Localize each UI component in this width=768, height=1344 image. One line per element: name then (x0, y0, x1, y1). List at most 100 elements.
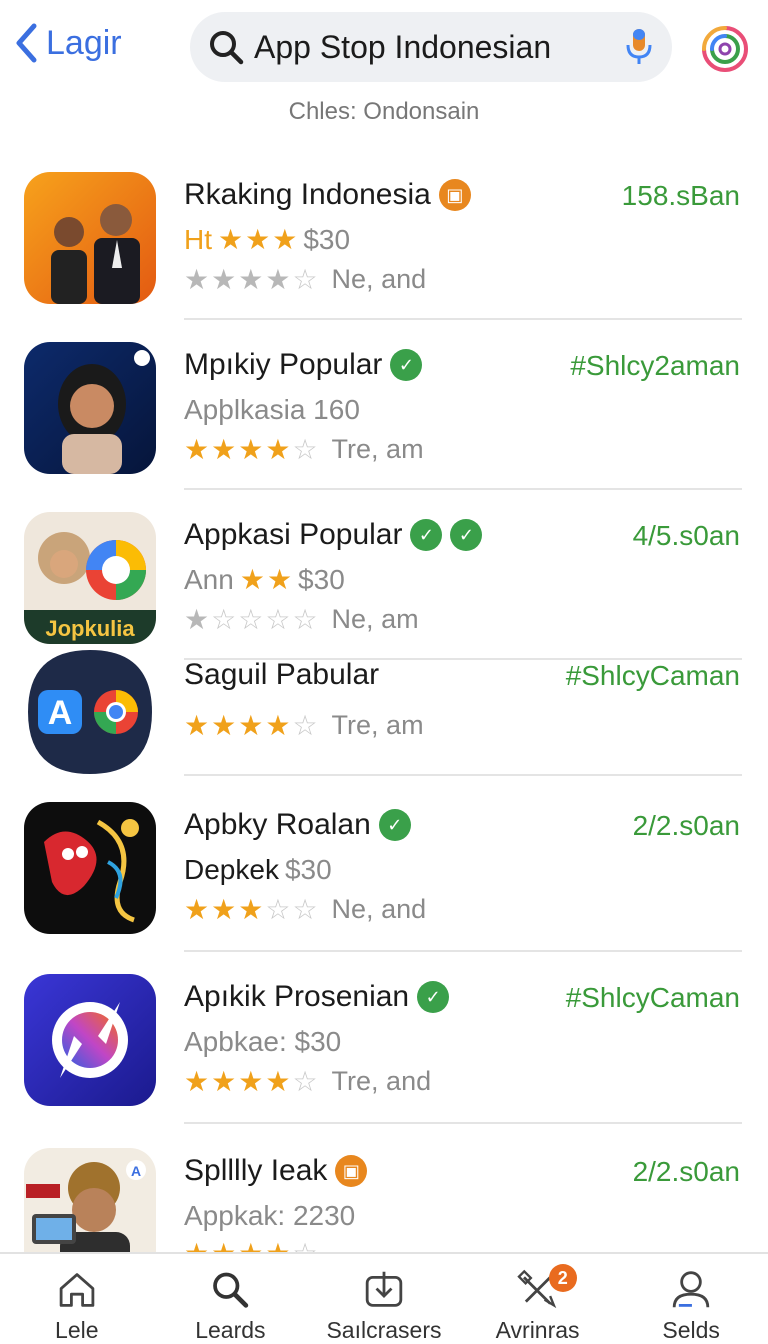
verified-badge-icon: ✓ (410, 519, 443, 551)
app-icon[interactable] (24, 172, 156, 304)
back-label: Lagir (46, 23, 122, 62)
star-icon: ★ (238, 1065, 264, 1097)
app-list-item[interactable]: Jopkulia Appkasi Popular ✓ ✓ 4/5.s0an Ann ★ ★ $3… (0, 500, 768, 660)
tab-downloads[interactable]: Saılcrasers (307, 1254, 461, 1344)
app-title[interactable]: Mpıkiy Popular ✓ (184, 348, 423, 382)
star-icon: ★ (272, 224, 298, 255)
app-title[interactable]: Apıkik Prosenian ✓ (184, 980, 450, 1014)
search-bar[interactable]: App Stop Indonesian (190, 12, 672, 82)
app-store-page: Lagir App Stop Indonesian Chles: Ondonsa… (0, 0, 768, 1344)
app-rating: ★ ★ ★ ★ ☆ Tre, am (184, 434, 424, 465)
notification-badge: 2 (548, 1264, 577, 1292)
app-rating: ★ ★ ★ ★ ☆ Ne, and (184, 264, 426, 295)
app-title[interactable]: Appkasi Popular ✓ ✓ (184, 518, 483, 552)
app-title-text: Appkasi Popular (184, 518, 403, 551)
star-icon: ★ (238, 709, 264, 741)
verified-badge-icon: ✓ (390, 349, 423, 381)
star-icon: ★ (184, 433, 210, 465)
verified-badge-icon: ✓ (450, 519, 483, 551)
app-meta: #ShlcyCaman (565, 660, 740, 691)
app-title-text: Splllly Ieak (184, 1154, 328, 1187)
search-icon (213, 1272, 249, 1308)
star-icon: ★ (238, 433, 264, 465)
tab-tools[interactable]: 2 Avrinras (461, 1254, 615, 1344)
star-icon: ★ (265, 263, 291, 295)
search-icon (210, 31, 244, 65)
star-icon: ☆ (292, 1065, 318, 1097)
star-icon: ★ (184, 603, 210, 635)
app-icon[interactable]: A (24, 646, 156, 778)
tab-search[interactable]: Leards (154, 1254, 308, 1344)
star-icon: ★ (265, 709, 291, 741)
tab-label: Selds (662, 1317, 720, 1343)
app-subtitle-prefix: Depkek (184, 854, 279, 885)
app-meta: 2/2.s0an (632, 810, 740, 841)
rating-text: Ne, and (331, 894, 427, 924)
app-subtitle: Apþlkasia 160 (184, 394, 360, 426)
rating-text: Tre, am (331, 434, 424, 464)
star-icon: ☆ (211, 603, 237, 635)
app-meta: #Shlcy2aman (570, 350, 740, 381)
chevron-left-icon (16, 23, 37, 63)
download-icon (365, 1271, 403, 1307)
rating-text: Tre, am (331, 710, 424, 740)
app-icon[interactable]: Jopkulia (24, 512, 156, 644)
app-subtitle: Apbkae: $30 (184, 1026, 341, 1058)
app-rating: ★ ★ ★ ★ ☆ Tre, am (184, 710, 424, 741)
star-icon: ★ (266, 564, 293, 595)
rating-text: Ne, am (331, 604, 419, 634)
star-icon: ☆ (292, 603, 318, 635)
app-subtitle-prefix: Ht (184, 224, 212, 255)
app-title[interactable]: Apbky Roalan ✓ (184, 808, 411, 842)
star-icon: ★ (211, 263, 237, 295)
tab-account[interactable]: Selds (614, 1254, 768, 1344)
microphone-icon[interactable] (624, 27, 654, 67)
app-title[interactable]: Rkaking Indonesia ▣ (184, 178, 471, 212)
rating-stars: ★★★★☆ (184, 709, 318, 741)
row-divider (184, 1122, 742, 1124)
tab-home[interactable]: Lele (0, 1254, 154, 1344)
bottom-navigation: Lele Leards Saılcrasers 2 Avrinras Selds (0, 1252, 768, 1344)
person-icon (672, 1271, 710, 1308)
star-icon: ★ (211, 1065, 237, 1097)
svg-text:A: A (48, 694, 73, 732)
app-icon[interactable] (24, 802, 156, 934)
app-list-item[interactable]: Apbky Roalan ✓ 2/2.s0an Depkek $30 ★ ★ ★ ☆ ☆ Ne, a… (0, 790, 768, 952)
app-subtitle-prefix: Ann (184, 564, 234, 595)
star-icon: ★ (239, 564, 265, 595)
star-icon: ☆ (265, 603, 291, 635)
search-input[interactable]: App Stop Indonesian (254, 29, 624, 66)
star-icon: ★ (265, 433, 291, 465)
app-list-item[interactable]: A Saguil Pabular #ShlcyCaman ★ ★ ★ ★ ☆ Tre, am (0, 646, 768, 778)
app-icon[interactable] (24, 974, 156, 1106)
app-subtitle: Ann ★ ★ $30 (184, 564, 345, 596)
row-divider (184, 488, 742, 490)
app-subtitle: Ht ★ ★ ★ $30 (184, 224, 350, 256)
app-icon[interactable] (24, 342, 156, 474)
star-icon: ★ (211, 709, 237, 741)
app-list-item[interactable]: Mpıkiy Popular ✓ #Shlcy2aman Apþlkasia 160 ★… (0, 330, 768, 490)
star-icon: ★ (184, 893, 210, 925)
app-list-item[interactable]: Apıkik Prosenian ✓ #ShlcyCaman Apbkae: $30 ★… (0, 962, 768, 1124)
back-button[interactable]: Lagir (14, 22, 122, 64)
rating-stars: ★★★★☆ (184, 263, 318, 295)
app-meta: 2/2.s0an (632, 1156, 740, 1187)
svg-text:A: A (131, 1163, 141, 1179)
star-icon: ☆ (292, 709, 318, 741)
app-title[interactable]: Splllly Ieak ▣ (184, 1154, 368, 1188)
app-title-text: Rkaking Indonesia (184, 178, 431, 211)
app-title[interactable]: Saguil Pabular (184, 658, 379, 692)
rating-text: Ne, and (331, 264, 427, 294)
app-meta: 158.sBan (621, 180, 740, 211)
star-icon: ☆ (292, 893, 318, 925)
app-price: $30 (284, 854, 332, 885)
verified-badge-icon: ▣ (438, 179, 471, 211)
app-title-text: Apıkik Prosenian (184, 980, 410, 1013)
star-icon: ★ (238, 893, 264, 925)
star-icon: ★ (245, 224, 271, 255)
app-subtitle: Depkek $30 (184, 854, 332, 886)
star-icon: ☆ (238, 603, 264, 635)
account-swirl-icon[interactable] (698, 22, 752, 76)
star-icon: ★ (184, 263, 210, 295)
app-list-item[interactable]: Rkaking Indonesia ▣ 158.sBan Ht ★ ★ ★ $30 ★ ★ ★ ★ ☆ N… (0, 160, 768, 320)
